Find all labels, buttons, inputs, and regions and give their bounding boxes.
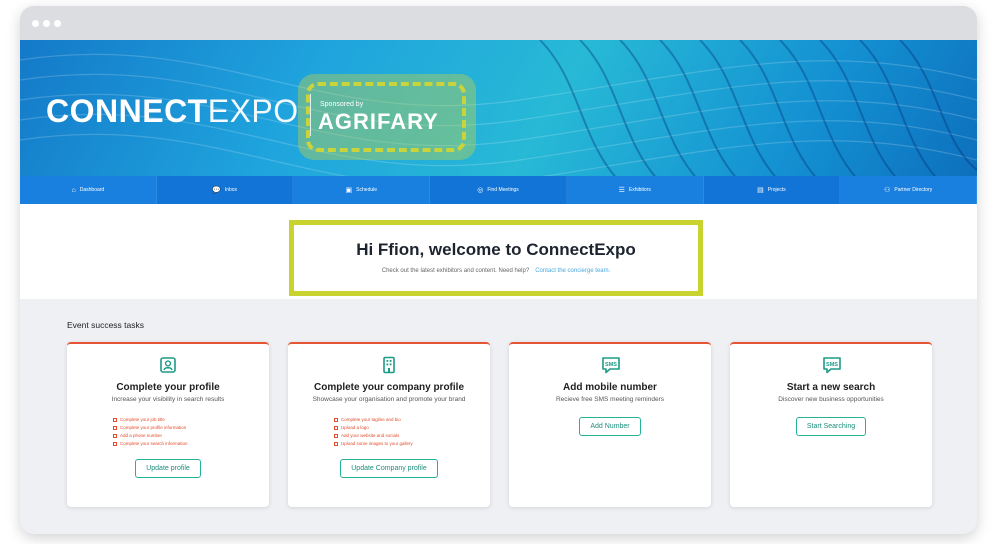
sponsored-by-label: Sponsored by	[320, 101, 364, 108]
task-item[interactable]: Upload some images to your gallery	[334, 441, 444, 446]
partner-icon: ⚇	[884, 186, 891, 194]
browser-window: CONNECTEXPO Sponsored by AGRIFARY ⌂ Dash…	[20, 6, 977, 534]
checkbox-icon	[113, 425, 117, 430]
welcome-section: Hi Ffion, welcome to ConnectExpo Check o…	[20, 204, 977, 299]
card-title: Complete your company profile	[313, 382, 465, 393]
card-subtitle: Recieve free SMS meeting reminders	[555, 396, 664, 403]
brand-divider	[310, 94, 311, 136]
task-item[interactable]: Add your website and socials	[334, 433, 444, 438]
window-dot-close[interactable]	[32, 20, 39, 27]
nav-label: Partner Directory	[894, 187, 933, 193]
checkbox-icon	[334, 417, 338, 422]
sms-icon: SMS	[601, 356, 620, 374]
checkbox-icon	[113, 417, 117, 422]
welcome-subtitle-text: Check out the latest exhibitors and cont…	[381, 268, 530, 274]
task-item[interactable]: Upload a logo	[334, 425, 444, 430]
task-item[interactable]: Complete your tagline and bio	[334, 417, 444, 422]
nav-label: Dashboard	[79, 187, 105, 193]
update-profile-button[interactable]: Update profile	[135, 459, 201, 478]
checkbox-icon	[334, 425, 338, 430]
task-item-label: Add a phone number	[120, 433, 163, 438]
task-item-label: Upload a logo	[341, 425, 369, 430]
profile-icon	[159, 356, 177, 374]
nav-dashboard[interactable]: ⌂ Dashboard	[20, 176, 157, 204]
add-number-button[interactable]: Add Number	[579, 417, 641, 436]
svg-text:SMS: SMS	[605, 362, 617, 368]
welcome-title: Hi Ffion, welcome to ConnectExpo	[356, 240, 636, 259]
main-nav: ⌂ Dashboard 💬 Inbox ▣ Schedule ◎ Find Me…	[20, 176, 977, 204]
nav-projects[interactable]: ▤ Projects	[704, 176, 841, 204]
window-titlebar	[20, 6, 977, 40]
calendar-icon: ▣	[345, 186, 353, 194]
nav-label: Schedule	[356, 187, 378, 193]
list-icon: ☰	[618, 186, 625, 194]
update-company-profile-button[interactable]: Update Company profile	[340, 459, 438, 478]
card-subtitle: Showcase your organisation and promote y…	[312, 396, 466, 403]
task-item-label: Add your website and socials	[341, 433, 400, 438]
hero-banner: CONNECTEXPO Sponsored by AGRIFARY	[20, 40, 977, 182]
task-checklist: Complete your tagline and bio Upload a l…	[334, 417, 444, 446]
window-dot-maximize[interactable]	[54, 20, 61, 27]
brand-name-bold: CONNECT	[46, 93, 208, 129]
task-card-new-search: SMS Start a new search Discover new busi…	[730, 342, 932, 507]
brand-logo[interactable]: CONNECTEXPO	[46, 93, 299, 130]
concierge-link[interactable]: Contact the concierge team.	[535, 268, 610, 274]
welcome-subtitle: Check out the latest exhibitors and cont…	[294, 268, 698, 274]
card-title: Add mobile number	[563, 382, 657, 393]
folder-icon: ▤	[757, 186, 764, 194]
task-item[interactable]: Complete your search information	[113, 441, 223, 446]
checkbox-icon	[113, 441, 117, 446]
task-checklist: Complete your job title Complete your pr…	[113, 417, 223, 446]
task-card-profile: Complete your profile Increase your visi…	[67, 342, 269, 507]
task-item-label: Complete your profile information	[120, 425, 187, 430]
sponsor-name: AGRIFARY	[318, 109, 439, 134]
task-item-label: Complete your job title	[120, 417, 165, 422]
svg-text:SMS: SMS	[826, 362, 838, 368]
home-icon: ⌂	[71, 186, 76, 194]
nav-label: Inbox	[224, 187, 238, 193]
tasks-heading: Event success tasks	[67, 320, 145, 330]
nav-inbox[interactable]: 💬 Inbox	[157, 176, 294, 204]
card-subtitle: Increase your visibility in search resul…	[111, 396, 225, 403]
nav-label: Exhibitors	[628, 187, 651, 193]
globe-icon: ◎	[477, 186, 484, 194]
window-dot-minimize[interactable]	[43, 20, 50, 27]
chat-icon: 💬	[212, 186, 221, 194]
nav-exhibitors[interactable]: ☰ Exhibitors	[566, 176, 704, 204]
sms-icon: SMS	[822, 356, 841, 374]
checkbox-icon	[113, 433, 117, 438]
task-item[interactable]: Complete your job title	[113, 417, 223, 422]
task-card-mobile-number: SMS Add mobile number Recieve free SMS m…	[509, 342, 711, 507]
nav-partner-directory[interactable]: ⚇ Partner Directory	[840, 176, 977, 204]
task-card-company-profile: Complete your company profile Showcase y…	[288, 342, 490, 507]
card-title: Complete your profile	[116, 382, 220, 393]
nav-label: Projects	[767, 187, 786, 193]
nav-label: Find Meetings	[487, 187, 519, 193]
task-item-label: Complete your search information	[120, 441, 188, 446]
card-title: Start a new search	[786, 382, 876, 393]
task-item-label: Complete your tagline and bio	[341, 417, 401, 422]
nav-find-meetings[interactable]: ◎ Find Meetings	[430, 176, 567, 204]
task-item[interactable]: Complete your profile information	[113, 425, 223, 430]
building-icon	[380, 356, 398, 374]
brand-name-light: EXPO	[207, 93, 299, 129]
checkbox-icon	[334, 433, 338, 438]
card-subtitle: Discover new business opportunities	[778, 396, 884, 403]
welcome-highlight-box: Hi Ffion, welcome to ConnectExpo Check o…	[289, 220, 703, 296]
start-searching-button[interactable]: Start Searching	[795, 417, 867, 436]
task-item[interactable]: Add a phone number	[113, 433, 223, 438]
nav-schedule[interactable]: ▣ Schedule	[293, 176, 431, 204]
task-item-label: Upload some images to your gallery	[341, 441, 413, 446]
checkbox-icon	[334, 441, 338, 446]
